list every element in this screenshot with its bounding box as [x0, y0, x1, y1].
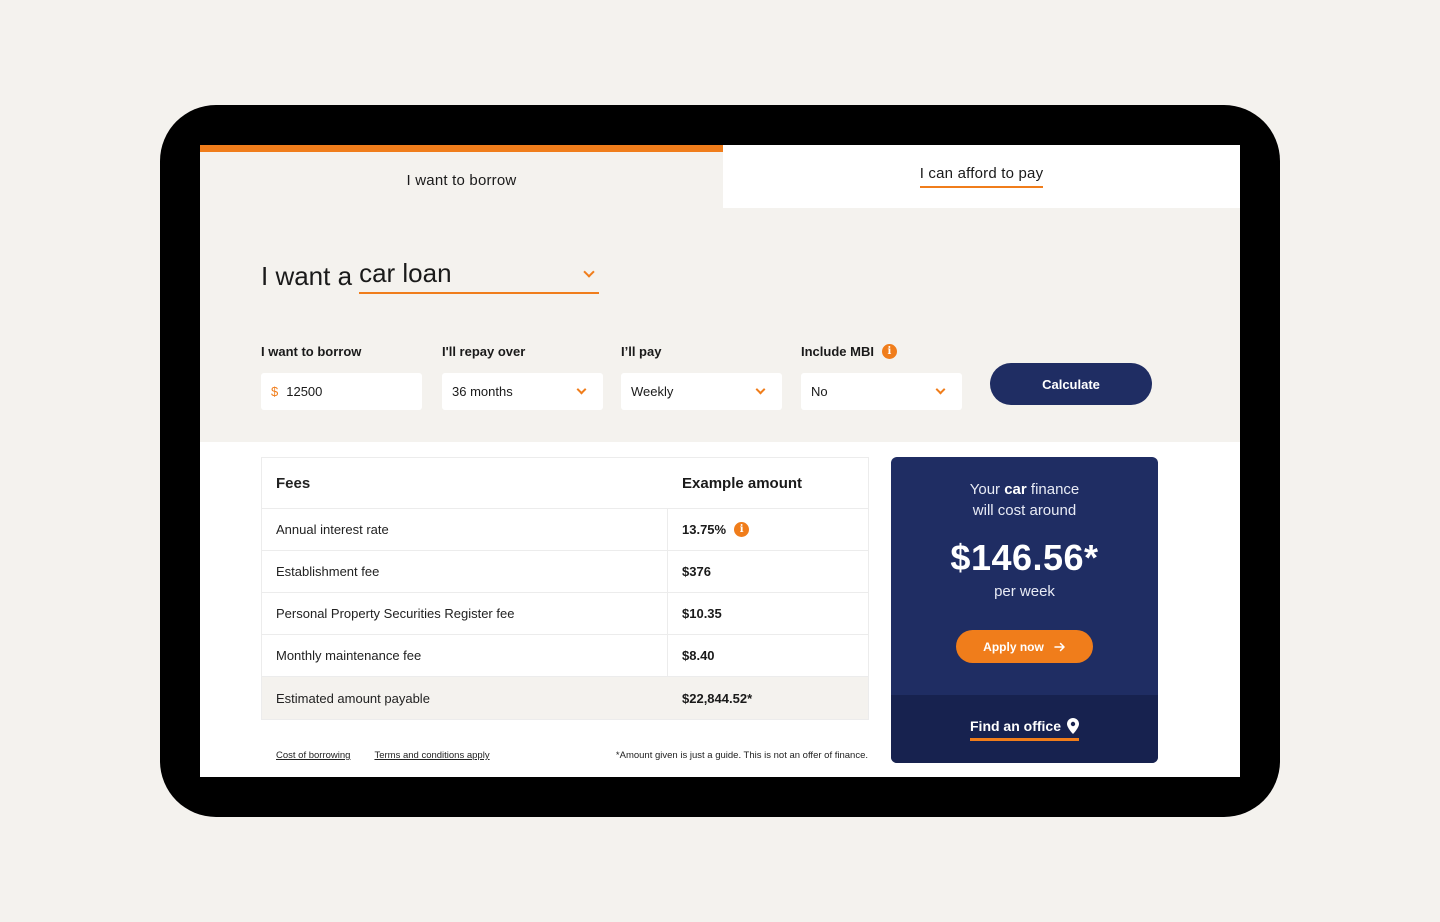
tab-i-want-to-borrow[interactable]: I want to borrow: [200, 145, 723, 208]
loan-type-value: car loan: [359, 258, 452, 288]
result-intro-post: finance: [1030, 481, 1080, 498]
loan-type-heading: I want a car loan: [261, 258, 600, 294]
result-card: Your car finance will cost around $146.5…: [891, 457, 1158, 763]
terms-link[interactable]: Terms and conditions apply: [374, 750, 489, 761]
borrow-amount-field: I want to borrow $ 12500: [261, 341, 422, 410]
total-label: Estimated amount payable: [276, 690, 430, 706]
repayment-amount: $146.56*: [950, 537, 1099, 578]
repay-period-field: I'll repay over 36 months: [442, 341, 603, 410]
loan-calculator-screen: I want to borrow I can afford to pay I w…: [200, 145, 1240, 777]
table-row: Establishment fee $376: [262, 551, 868, 593]
find-office-bar: Find an office: [891, 695, 1158, 763]
payment-frequency-label: I’ll pay: [621, 343, 662, 359]
tab-i-can-afford-to-pay[interactable]: I can afford to pay: [723, 145, 1240, 208]
table-row: Personal Property Securities Register fe…: [262, 593, 868, 635]
amount-column-header: Example amount: [682, 474, 803, 492]
result-intro-line-2: will cost around: [972, 502, 1077, 519]
fee-value: 13.75% i: [668, 522, 750, 537]
chevron-down-icon: [583, 265, 595, 278]
arrow-right-icon: [1054, 642, 1065, 651]
loan-type-select[interactable]: car loan: [359, 258, 600, 294]
total-row: Estimated amount payable $22,844.52*: [262, 677, 868, 719]
fee-value: $376: [682, 564, 711, 579]
fee-name: Establishment fee: [262, 551, 668, 592]
fee-name: Monthly maintenance fee: [262, 635, 668, 676]
result-intro-line: Your car finance: [891, 479, 1158, 500]
tab-label: I can afford to pay: [919, 165, 1044, 188]
info-icon[interactable]: i: [881, 343, 897, 359]
payment-frequency-field: I’ll pay Weekly: [621, 341, 782, 410]
calculate-button[interactable]: Calculate: [990, 363, 1152, 405]
mbi-label: Include MBI: [801, 343, 874, 359]
total-value: $22,844.52*: [682, 690, 753, 706]
fee-value: $8.40: [682, 648, 715, 663]
disclaimer-text: *Amount given is just a guide. This is n…: [615, 750, 868, 761]
fee-name: Personal Property Securities Register fe…: [262, 593, 668, 634]
cost-of-borrowing-link[interactable]: Cost of borrowing: [276, 750, 350, 761]
result-summary: Your car finance will cost around $146.5…: [891, 457, 1158, 695]
interest-rate-value: 13.75%: [682, 522, 727, 537]
footer-links: Cost of borrowing Terms and conditions a…: [276, 750, 490, 761]
fees-table-header: Fees Example amount: [262, 458, 868, 509]
loan-heading-prefix: I want a: [261, 260, 353, 291]
borrow-amount-label: I want to borrow: [261, 343, 362, 359]
table-row: Monthly maintenance fee $8.40: [262, 635, 868, 677]
location-pin-icon: [1067, 717, 1079, 734]
find-an-office-link[interactable]: Find an office: [970, 717, 1079, 741]
table-row: Annual interest rate 13.75% i: [262, 509, 868, 551]
tablet-frame: I want to borrow I can afford to pay I w…: [160, 105, 1280, 817]
loan-form: I want a car loan I want to borrow $ 125…: [200, 208, 1240, 442]
fees-table: Fees Example amount Annual interest rate…: [261, 457, 869, 720]
find-office-label: Find an office: [970, 717, 1061, 734]
mbi-select[interactable]: No: [801, 373, 962, 410]
fee-name: Annual interest rate: [262, 509, 668, 550]
apply-now-button[interactable]: Apply now: [956, 630, 1093, 663]
result-intro-pre: Your: [969, 481, 1001, 498]
borrow-amount-input[interactable]: $ 12500: [261, 373, 422, 410]
payment-frequency-select[interactable]: Weekly: [621, 373, 782, 410]
repayment-period: per week: [994, 583, 1055, 600]
mbi-value: No: [811, 384, 828, 399]
currency-symbol: $: [271, 384, 279, 399]
borrow-amount-value: 12500: [286, 384, 323, 399]
apply-now-label: Apply now: [983, 639, 1044, 654]
tab-label: I want to borrow: [406, 171, 517, 189]
fees-column-header: Fees: [276, 474, 311, 492]
calculator-tabs: I want to borrow I can afford to pay: [200, 145, 1240, 208]
repay-period-value: 36 months: [452, 384, 513, 399]
result-loan-type: car: [1004, 481, 1027, 498]
info-icon[interactable]: i: [734, 522, 750, 537]
chevron-down-icon: [576, 384, 587, 395]
chevron-down-icon: [935, 384, 946, 395]
mbi-label-row: Include MBI i: [801, 341, 962, 361]
repay-period-label: I'll repay over: [442, 343, 526, 359]
fee-value: $10.35: [682, 606, 722, 621]
repay-period-select[interactable]: 36 months: [442, 373, 603, 410]
payment-frequency-value: Weekly: [631, 384, 674, 399]
chevron-down-icon: [755, 384, 766, 395]
mbi-field: Include MBI i No: [801, 341, 962, 410]
